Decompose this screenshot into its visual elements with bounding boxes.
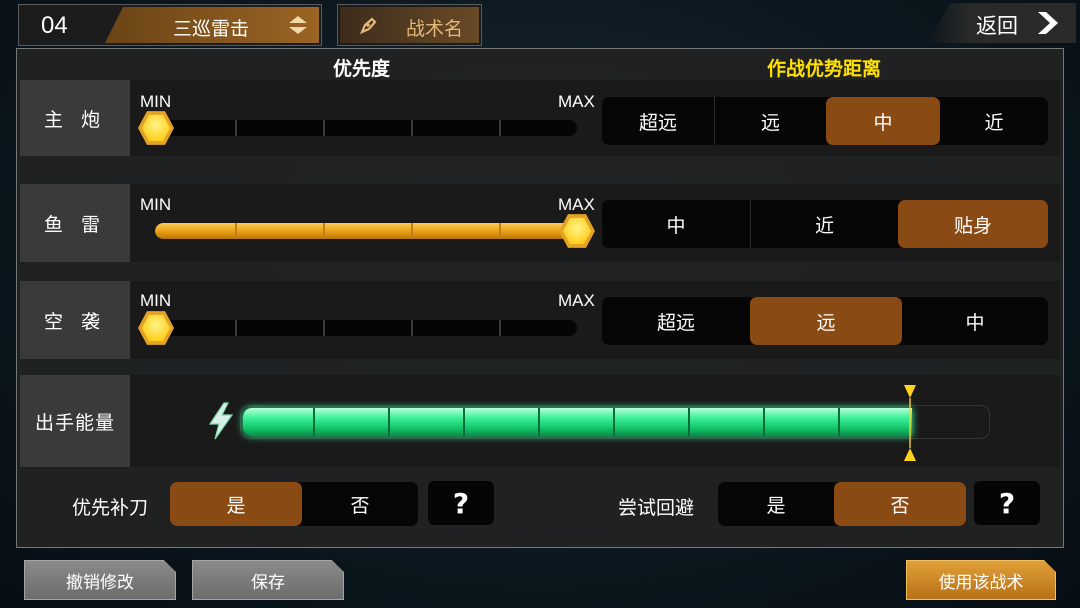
swap-arrows-icon[interactable] — [287, 15, 309, 35]
distance-option-point-blank[interactable]: 贴身 — [898, 200, 1048, 248]
save-button[interactable]: 保存 — [192, 560, 344, 600]
evade-no[interactable]: 否 — [834, 482, 966, 526]
evade-toggle: 是 否 — [718, 482, 966, 526]
evade-yes[interactable]: 是 — [718, 482, 834, 526]
distance-option-ultra-far[interactable]: 超远 — [602, 297, 750, 345]
evade-help-button[interactable]: ? — [974, 481, 1040, 525]
back-button[interactable]: 返回 — [928, 3, 1076, 43]
distance-selector-main-gun: 超远 远 中 近 — [602, 97, 1048, 145]
use-tactic-button[interactable]: 使用该战术 — [906, 560, 1056, 600]
priority-slider-track[interactable] — [155, 120, 577, 136]
distance-option-near[interactable]: 近 — [940, 97, 1048, 145]
pen-icon — [359, 17, 377, 35]
lightning-icon — [208, 402, 234, 440]
chevron-right-icon — [1038, 12, 1058, 34]
energy-bar-track[interactable] — [240, 405, 990, 439]
undo-changes-button[interactable]: 撤销修改 — [24, 560, 176, 600]
distance-option-far[interactable]: 远 — [750, 297, 902, 345]
slider-max-label: MAX — [558, 92, 595, 111]
distance-option-mid[interactable]: 中 — [902, 297, 1048, 345]
priority-slider-track[interactable] — [155, 320, 577, 336]
finish-off-help-button[interactable]: ? — [428, 481, 494, 525]
tactic-name-tab[interactable]: 战术名 — [337, 4, 482, 46]
energy-marker-icon[interactable] — [903, 384, 917, 462]
tactic-title: 三巡雷击 — [173, 18, 250, 40]
slider-max-label: MAX — [558, 291, 595, 310]
slider-min-label: MIN — [140, 291, 172, 310]
distance-selector-torpedo: 中 近 贴身 — [602, 200, 1048, 248]
back-label: 返回 — [976, 14, 1018, 38]
slider-min-label: MIN — [140, 92, 172, 111]
finish-off-toggle: 是 否 — [170, 482, 418, 526]
finish-off-yes[interactable]: 是 — [170, 482, 302, 526]
distance-option-far[interactable]: 远 — [714, 97, 826, 145]
slider-min-label: MIN — [140, 195, 172, 214]
distance-option-mid[interactable]: 中 — [826, 97, 940, 145]
tactic-header: 04 三巡雷击 — [18, 4, 322, 46]
row-label-torpedo: 鱼 雷 — [20, 184, 130, 262]
distance-option-near[interactable]: 近 — [750, 200, 898, 248]
evade-label: 尝试回避 — [618, 497, 695, 519]
distance-option-ultra-far[interactable]: 超远 — [602, 97, 714, 145]
distance-selector-air-strike: 超远 远 中 — [602, 297, 1048, 345]
tactic-name-label: 战术名 — [406, 18, 464, 40]
energy-label: 出手能量 — [20, 375, 130, 467]
finish-off-label: 优先补刀 — [72, 497, 149, 519]
row-label-air-strike: 空 袭 — [20, 281, 130, 359]
tactic-number: 04 — [41, 12, 68, 39]
priority-column-header: 优先度 — [333, 58, 391, 80]
distance-column-header: 作战优势距离 — [767, 58, 882, 80]
slider-max-label: MAX — [558, 195, 595, 214]
energy-bar-fill — [243, 408, 912, 436]
tactic-name-inner: 战术名 — [340, 7, 479, 43]
priority-slider-track[interactable] — [155, 223, 577, 239]
row-label-main-gun: 主 炮 — [20, 80, 130, 156]
distance-option-mid[interactable]: 中 — [602, 200, 750, 248]
tactic-title-box[interactable]: 三巡雷击 — [105, 7, 319, 43]
finish-off-no[interactable]: 否 — [302, 482, 418, 526]
priority-slider-fill — [155, 223, 577, 239]
